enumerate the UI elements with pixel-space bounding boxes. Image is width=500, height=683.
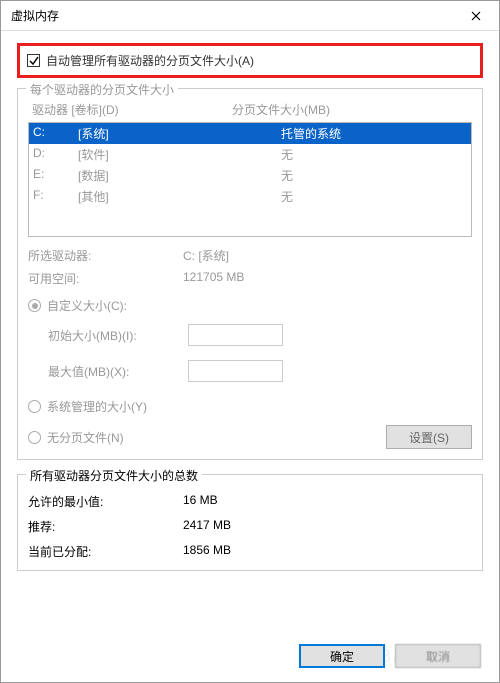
no-paging-label: 无分页文件(N) bbox=[47, 429, 124, 446]
min-row: 允许的最小值: 16 MB bbox=[28, 493, 472, 510]
drive-size: 无 bbox=[233, 167, 467, 184]
titlebar: 虚拟内存 bbox=[1, 1, 499, 31]
drive-label: [系统] bbox=[78, 125, 233, 142]
custom-size-radio[interactable] bbox=[28, 299, 41, 312]
drive-settings-title: 每个驱动器的分页文件大小 bbox=[26, 81, 178, 98]
totals-group: 所有驱动器分页文件大小的总数 允许的最小值: 16 MB 推荐: 2417 MB… bbox=[17, 474, 483, 571]
rec-value: 2417 MB bbox=[183, 518, 231, 535]
header-drive: 驱动器 [卷标](D) bbox=[32, 101, 232, 118]
system-managed-label: 系统管理的大小(Y) bbox=[47, 398, 147, 415]
drive-list[interactable]: C: [系统] 托管的系统 D: [软件] 无 E: [数据] 无 F: [其他… bbox=[28, 122, 472, 237]
cancel-button[interactable]: 取消 bbox=[395, 644, 481, 668]
initial-size-row: 初始大小(MB)(I): bbox=[28, 324, 472, 346]
drive-size: 无 bbox=[233, 188, 467, 205]
totals-title: 所有驱动器分页文件大小的总数 bbox=[26, 467, 202, 484]
ok-button[interactable]: 确定 bbox=[299, 644, 385, 668]
available-space-label: 可用空间: bbox=[28, 270, 183, 287]
selected-drive-label: 所选驱动器: bbox=[28, 247, 183, 264]
rec-label: 推荐: bbox=[28, 518, 183, 535]
close-icon[interactable] bbox=[461, 6, 491, 26]
custom-size-radio-row: 自定义大小(C): bbox=[28, 297, 472, 314]
min-value: 16 MB bbox=[183, 493, 218, 510]
available-space-row: 可用空间: 121705 MB bbox=[28, 270, 472, 287]
header-size: 分页文件大小(MB) bbox=[232, 101, 330, 118]
alloc-label: 当前已分配: bbox=[28, 543, 183, 560]
rec-row: 推荐: 2417 MB bbox=[28, 518, 472, 535]
alloc-row: 当前已分配: 1856 MB bbox=[28, 543, 472, 560]
drive-size: 托管的系统 bbox=[233, 125, 467, 142]
window-title: 虚拟内存 bbox=[11, 7, 461, 24]
drive-list-header: 驱动器 [卷标](D) 分页文件大小(MB) bbox=[28, 99, 472, 120]
auto-manage-label: 自动管理所有驱动器的分页文件大小(A) bbox=[46, 52, 254, 69]
initial-size-label: 初始大小(MB)(I): bbox=[28, 327, 188, 344]
dialog-footer: 确定 取消 bbox=[299, 644, 481, 668]
selected-drive-value: C: [系统] bbox=[183, 247, 229, 264]
max-size-row: 最大值(MB)(X): bbox=[28, 360, 472, 382]
drive-letter: E: bbox=[33, 167, 78, 184]
dialog-content: 自动管理所有驱动器的分页文件大小(A) 每个驱动器的分页文件大小 驱动器 [卷标… bbox=[1, 31, 499, 583]
system-managed-radio-row: 系统管理的大小(Y) bbox=[28, 398, 472, 415]
no-paging-radio[interactable] bbox=[28, 431, 41, 444]
max-size-label: 最大值(MB)(X): bbox=[28, 363, 188, 380]
available-space-value: 121705 MB bbox=[183, 270, 244, 287]
auto-manage-checkbox[interactable] bbox=[27, 54, 40, 67]
drive-settings-group: 每个驱动器的分页文件大小 驱动器 [卷标](D) 分页文件大小(MB) C: [… bbox=[17, 88, 483, 460]
auto-manage-highlight: 自动管理所有驱动器的分页文件大小(A) bbox=[17, 43, 483, 78]
drive-row[interactable]: F: [其他] 无 bbox=[29, 186, 471, 207]
drive-label: [数据] bbox=[78, 167, 233, 184]
drive-letter: D: bbox=[33, 146, 78, 163]
drive-letter: F: bbox=[33, 188, 78, 205]
set-button[interactable]: 设置(S) bbox=[386, 425, 472, 449]
custom-size-label: 自定义大小(C): bbox=[47, 297, 127, 314]
drive-letter: C: bbox=[33, 125, 78, 142]
no-paging-radio-row: 无分页文件(N) bbox=[28, 429, 386, 446]
drive-row[interactable]: D: [软件] 无 bbox=[29, 144, 471, 165]
initial-size-input[interactable] bbox=[188, 324, 283, 346]
drive-row[interactable]: E: [数据] 无 bbox=[29, 165, 471, 186]
alloc-value: 1856 MB bbox=[183, 543, 231, 560]
drive-row[interactable]: C: [系统] 托管的系统 bbox=[29, 123, 471, 144]
drive-size: 无 bbox=[233, 146, 467, 163]
max-size-input[interactable] bbox=[188, 360, 283, 382]
drive-label: [软件] bbox=[78, 146, 233, 163]
system-managed-radio[interactable] bbox=[28, 400, 41, 413]
min-label: 允许的最小值: bbox=[28, 493, 183, 510]
drive-label: [其他] bbox=[78, 188, 233, 205]
selected-drive-row: 所选驱动器: C: [系统] bbox=[28, 247, 472, 264]
